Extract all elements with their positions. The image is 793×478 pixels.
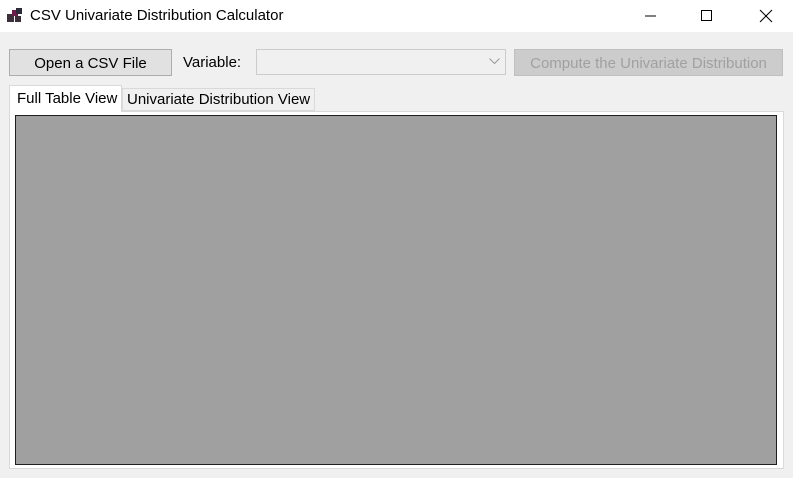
app-icon [7, 8, 22, 22]
data-grid[interactable] [15, 115, 777, 465]
minimize-icon [645, 15, 656, 17]
window-title: CSV Univariate Distribution Calculator [30, 7, 284, 24]
chevron-down-icon [489, 58, 500, 65]
variable-label: Variable: [183, 54, 242, 71]
compute-distribution-button[interactable]: Compute the Univariate Distribution [514, 49, 783, 76]
minimize-button[interactable] [628, 0, 674, 32]
variable-select[interactable] [256, 49, 506, 75]
tab-full-table-view[interactable]: Full Table View [9, 85, 122, 112]
open-csv-button[interactable]: Open a CSV File [9, 49, 172, 76]
maximize-button[interactable] [684, 0, 730, 32]
close-button[interactable] [743, 0, 789, 32]
close-icon [759, 9, 773, 23]
tab-univariate-distribution-view[interactable]: Univariate Distribution View [122, 88, 315, 111]
maximize-icon [701, 10, 712, 21]
title-bar: CSV Univariate Distribution Calculator [0, 0, 793, 32]
